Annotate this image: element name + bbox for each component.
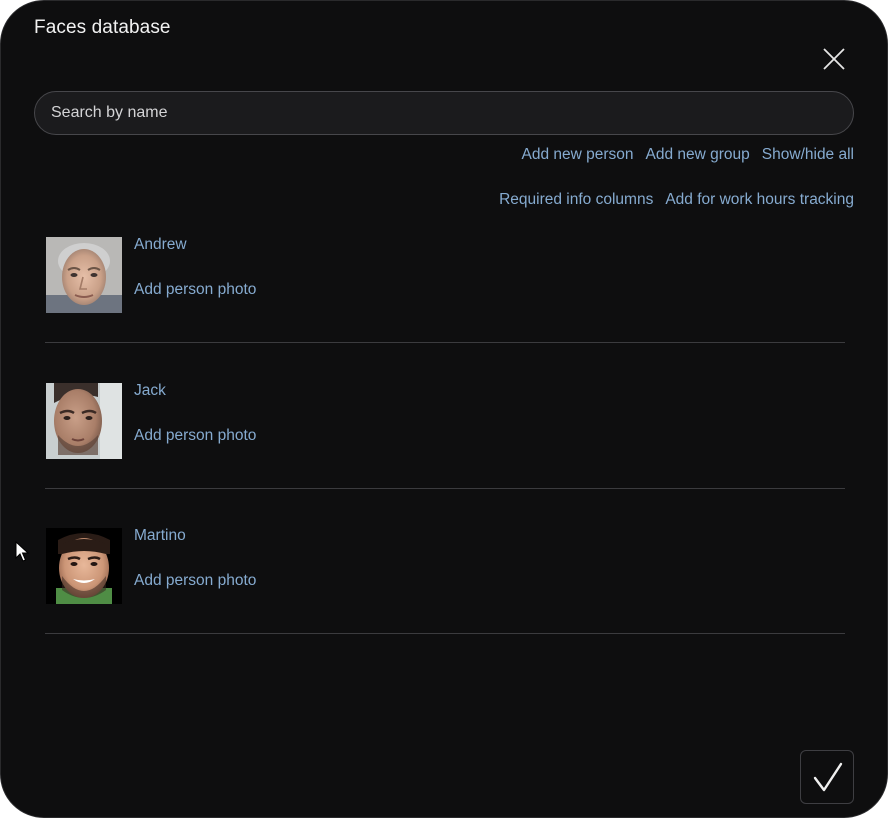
- confirm-button[interactable]: [800, 750, 854, 804]
- person-photo[interactable]: [46, 237, 122, 313]
- add-new-person-link[interactable]: Add new person: [521, 146, 633, 164]
- add-new-group-link[interactable]: Add new group: [646, 146, 750, 164]
- required-info-columns-link[interactable]: Required info columns: [499, 191, 653, 209]
- mouse-cursor-icon: [15, 540, 31, 568]
- row-divider: [45, 633, 845, 634]
- row-divider: [45, 342, 845, 343]
- row-divider: [45, 488, 845, 489]
- toolbar-links-secondary: Required info columns Add for work hours…: [499, 191, 854, 209]
- person-photo[interactable]: [46, 528, 122, 604]
- person-photo[interactable]: [46, 383, 122, 459]
- add-person-photo-link[interactable]: Add person photo: [134, 281, 256, 299]
- toolbar-links-primary: Add new person Add new group Show/hide a…: [521, 146, 854, 164]
- person-avatar-image: [46, 237, 122, 313]
- person-name[interactable]: Martino: [134, 527, 186, 545]
- close-icon: [823, 48, 845, 70]
- checkmark-icon: [813, 762, 843, 792]
- faces-database-dialog: Faces database Add new person Add new gr…: [0, 0, 888, 818]
- person-row: Andrew Add person photo: [45, 236, 845, 383]
- show-hide-all-link[interactable]: Show/hide all: [762, 146, 854, 164]
- person-avatar-image: [46, 383, 122, 459]
- person-name[interactable]: Andrew: [134, 236, 187, 254]
- person-name[interactable]: Jack: [134, 382, 166, 400]
- dialog-title: Faces database: [34, 17, 171, 38]
- add-person-photo-link[interactable]: Add person photo: [134, 427, 256, 445]
- person-avatar-image: [46, 528, 122, 604]
- person-row: Martino Add person photo: [45, 527, 845, 674]
- close-button[interactable]: [820, 45, 848, 73]
- add-for-work-hours-tracking-link[interactable]: Add for work hours tracking: [665, 191, 854, 209]
- add-person-photo-link[interactable]: Add person photo: [134, 572, 256, 590]
- search-input[interactable]: [34, 91, 854, 135]
- person-row: Jack Add person photo: [45, 382, 845, 529]
